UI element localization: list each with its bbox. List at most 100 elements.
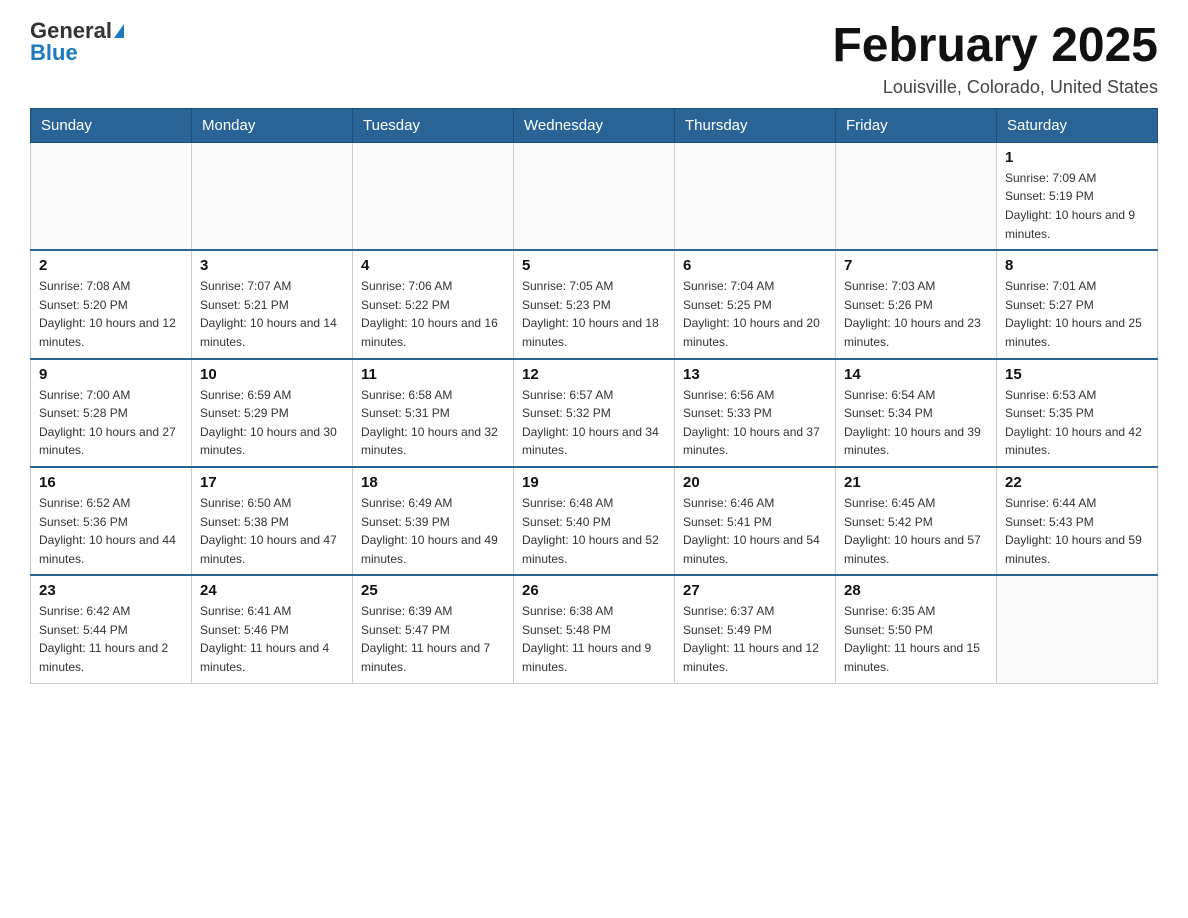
table-row: 5 Sunrise: 7:05 AMSunset: 5:23 PMDaylight… [514, 250, 675, 358]
calendar-week-row: 9Sunrise: 7:00 AMSunset: 5:28 PMDaylight… [31, 359, 1158, 467]
day-number: 7 [844, 257, 988, 274]
header-tuesday: Tuesday [353, 108, 514, 142]
table-row [31, 142, 192, 250]
day-number: 25 [361, 582, 505, 599]
table-row: 1 Sunrise: 7:09 AMSunset: 5:19 PMDaylight… [997, 142, 1158, 250]
day-info: Sunrise: 6:38 AMSunset: 5:48 PMDaylight:… [522, 602, 666, 676]
day-number: 28 [844, 582, 988, 599]
page-header: General Blue February 2025 Louisville, C… [30, 20, 1158, 98]
table-row: 18 Sunrise: 6:49 AMSunset: 5:39 PMDayligh… [353, 467, 514, 575]
table-row [192, 142, 353, 250]
header-saturday: Saturday [997, 108, 1158, 142]
day-info: Sunrise: 7:05 AMSunset: 5:23 PMDaylight:… [522, 277, 666, 351]
logo-triangle-icon [114, 24, 124, 38]
day-number: 26 [522, 582, 666, 599]
day-number: 22 [1005, 474, 1149, 491]
table-row: 21 Sunrise: 6:45 AMSunset: 5:42 PMDayligh… [836, 467, 997, 575]
day-number: 20 [683, 474, 827, 491]
day-info: Sunrise: 6:59 AMSunset: 5:29 PMDaylight:… [200, 386, 344, 460]
table-row: 22 Sunrise: 6:44 AMSunset: 5:43 PMDayligh… [997, 467, 1158, 575]
table-row: 20 Sunrise: 6:46 AMSunset: 5:41 PMDayligh… [675, 467, 836, 575]
day-number: 11 [361, 366, 505, 383]
table-row: 7 Sunrise: 7:03 AMSunset: 5:26 PMDaylight… [836, 250, 997, 358]
table-row: 4 Sunrise: 7:06 AMSunset: 5:22 PMDaylight… [353, 250, 514, 358]
day-info: Sunrise: 7:00 AMSunset: 5:28 PMDaylight:… [39, 386, 183, 460]
table-row: 14 Sunrise: 6:54 AMSunset: 5:34 PMDayligh… [836, 359, 997, 467]
day-number: 4 [361, 257, 505, 274]
day-info: Sunrise: 6:50 AMSunset: 5:38 PMDaylight:… [200, 494, 344, 568]
day-info: Sunrise: 6:58 AMSunset: 5:31 PMDaylight:… [361, 386, 505, 460]
table-row: 16 Sunrise: 6:52 AMSunset: 5:36 PMDayligh… [31, 467, 192, 575]
day-info: Sunrise: 6:45 AMSunset: 5:42 PMDaylight:… [844, 494, 988, 568]
table-row: 27Sunrise: 6:37 AMSunset: 5:49 PMDayligh… [675, 575, 836, 683]
day-info: Sunrise: 6:57 AMSunset: 5:32 PMDaylight:… [522, 386, 666, 460]
table-row [353, 142, 514, 250]
day-number: 19 [522, 474, 666, 491]
day-number: 1 [1005, 149, 1149, 166]
table-row [675, 142, 836, 250]
day-info: Sunrise: 6:39 AMSunset: 5:47 PMDaylight:… [361, 602, 505, 676]
table-row [836, 142, 997, 250]
day-number: 12 [522, 366, 666, 383]
table-row: 13 Sunrise: 6:56 AMSunset: 5:33 PMDayligh… [675, 359, 836, 467]
table-row: 11 Sunrise: 6:58 AMSunset: 5:31 PMDayligh… [353, 359, 514, 467]
day-info: Sunrise: 6:52 AMSunset: 5:36 PMDaylight:… [39, 494, 183, 568]
day-info: Sunrise: 6:56 AMSunset: 5:33 PMDaylight:… [683, 386, 827, 460]
day-info: Sunrise: 7:04 AMSunset: 5:25 PMDaylight:… [683, 277, 827, 351]
day-info: Sunrise: 7:01 AMSunset: 5:27 PMDaylight:… [1005, 277, 1149, 351]
day-number: 15 [1005, 366, 1149, 383]
logo-general-text: General [30, 20, 112, 42]
table-row: 28 Sunrise: 6:35 AMSunset: 5:50 PMDayligh… [836, 575, 997, 683]
table-row: 26 Sunrise: 6:38 AMSunset: 5:48 PMDayligh… [514, 575, 675, 683]
title-section: February 2025 Louisville, Colorado, Unit… [832, 20, 1158, 98]
day-info: Sunrise: 7:03 AMSunset: 5:26 PMDaylight:… [844, 277, 988, 351]
table-row: 25 Sunrise: 6:39 AMSunset: 5:47 PMDayligh… [353, 575, 514, 683]
day-info: Sunrise: 7:06 AMSunset: 5:22 PMDaylight:… [361, 277, 505, 351]
day-number: 18 [361, 474, 505, 491]
day-info: Sunrise: 6:48 AMSunset: 5:40 PMDaylight:… [522, 494, 666, 568]
day-info: Sunrise: 6:41 AMSunset: 5:46 PMDaylight:… [200, 602, 344, 676]
table-row: 12 Sunrise: 6:57 AMSunset: 5:32 PMDayligh… [514, 359, 675, 467]
day-info: Sunrise: 6:44 AMSunset: 5:43 PMDaylight:… [1005, 494, 1149, 568]
day-info: Sunrise: 6:49 AMSunset: 5:39 PMDaylight:… [361, 494, 505, 568]
calendar-week-row: 16 Sunrise: 6:52 AMSunset: 5:36 PMDayligh… [31, 467, 1158, 575]
day-number: 27 [683, 582, 827, 599]
table-row: 23 Sunrise: 6:42 AMSunset: 5:44 PMDayligh… [31, 575, 192, 683]
table-row: 15 Sunrise: 6:53 AMSunset: 5:35 PMDayligh… [997, 359, 1158, 467]
day-info: Sunrise: 6:53 AMSunset: 5:35 PMDaylight:… [1005, 386, 1149, 460]
table-row: 3Sunrise: 7:07 AMSunset: 5:21 PMDaylight… [192, 250, 353, 358]
day-info: Sunrise: 6:42 AMSunset: 5:44 PMDaylight:… [39, 602, 183, 676]
logo: General Blue [30, 20, 124, 64]
header-sunday: Sunday [31, 108, 192, 142]
day-number: 14 [844, 366, 988, 383]
day-info: Sunrise: 6:46 AMSunset: 5:41 PMDaylight:… [683, 494, 827, 568]
location-text: Louisville, Colorado, United States [832, 77, 1158, 98]
day-info: Sunrise: 6:54 AMSunset: 5:34 PMDaylight:… [844, 386, 988, 460]
day-number: 6 [683, 257, 827, 274]
calendar-header-row: Sunday Monday Tuesday Wednesday Thursday… [31, 108, 1158, 142]
day-number: 21 [844, 474, 988, 491]
day-number: 16 [39, 474, 183, 491]
day-info: Sunrise: 6:35 AMSunset: 5:50 PMDaylight:… [844, 602, 988, 676]
day-number: 5 [522, 257, 666, 274]
month-title: February 2025 [832, 20, 1158, 73]
table-row: 6 Sunrise: 7:04 AMSunset: 5:25 PMDaylight… [675, 250, 836, 358]
day-number: 10 [200, 366, 344, 383]
day-number: 17 [200, 474, 344, 491]
day-info: Sunrise: 7:08 AMSunset: 5:20 PMDaylight:… [39, 277, 183, 351]
day-number: 3 [200, 257, 344, 274]
calendar-week-row: 23 Sunrise: 6:42 AMSunset: 5:44 PMDayligh… [31, 575, 1158, 683]
table-row: 8 Sunrise: 7:01 AMSunset: 5:27 PMDaylight… [997, 250, 1158, 358]
day-number: 8 [1005, 257, 1149, 274]
header-friday: Friday [836, 108, 997, 142]
table-row: 24Sunrise: 6:41 AMSunset: 5:46 PMDayligh… [192, 575, 353, 683]
table-row [997, 575, 1158, 683]
table-row: 19 Sunrise: 6:48 AMSunset: 5:40 PMDayligh… [514, 467, 675, 575]
day-info: Sunrise: 7:09 AMSunset: 5:19 PMDaylight:… [1005, 169, 1149, 243]
header-monday: Monday [192, 108, 353, 142]
day-number: 13 [683, 366, 827, 383]
day-number: 2 [39, 257, 183, 274]
day-number: 23 [39, 582, 183, 599]
table-row [514, 142, 675, 250]
calendar-table: Sunday Monday Tuesday Wednesday Thursday… [30, 108, 1158, 684]
